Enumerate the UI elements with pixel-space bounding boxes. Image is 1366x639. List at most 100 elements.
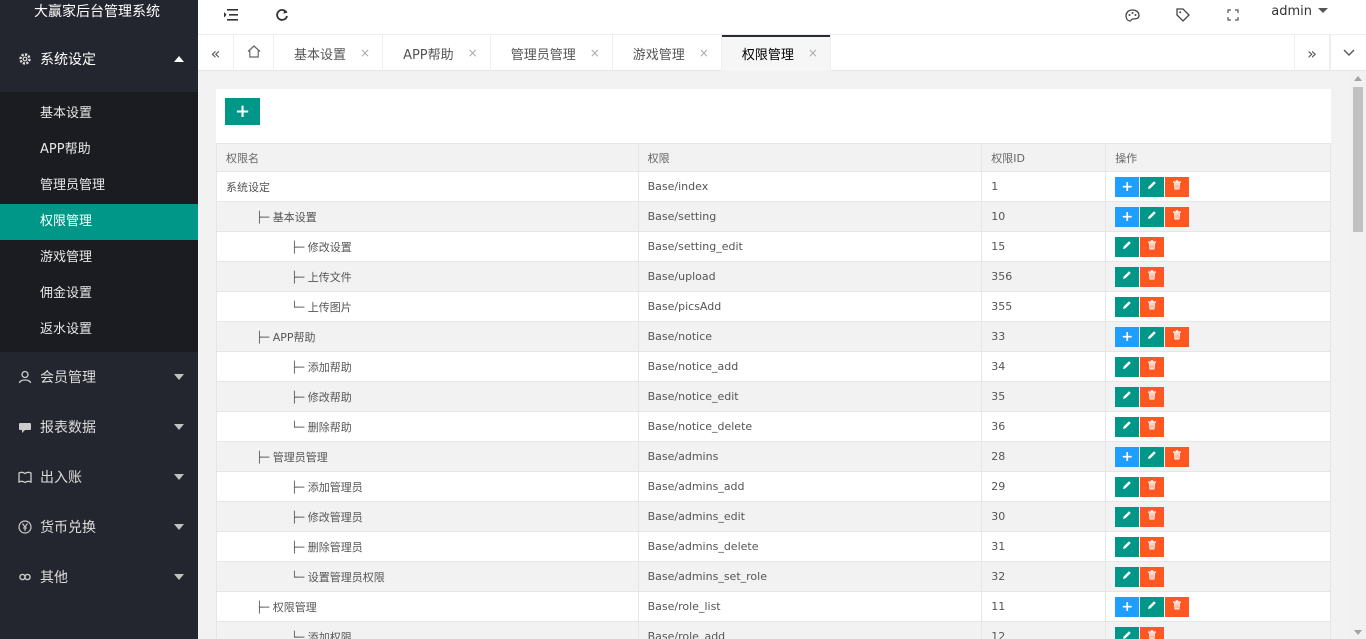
edit-button[interactable]	[1115, 506, 1140, 527]
fullscreen-icon[interactable]	[1227, 0, 1239, 30]
tabs-menu-chevron-icon[interactable]	[1330, 35, 1366, 71]
edit-button[interactable]	[1140, 176, 1165, 197]
edit-button[interactable]	[1140, 206, 1165, 227]
sidebar-group-1[interactable]: 会员管理	[0, 352, 198, 402]
edit-button[interactable]	[1115, 236, 1140, 257]
trash-icon	[1172, 450, 1182, 463]
table-row: ├─ 添加管理员 Base/admins_add 29	[216, 471, 1331, 502]
refresh-icon[interactable]	[275, 0, 289, 30]
delete-button[interactable]	[1140, 386, 1165, 407]
close-icon[interactable]: ×	[699, 46, 709, 60]
sidebar-group-0[interactable]: 系统设定	[0, 26, 198, 92]
delete-button[interactable]	[1140, 536, 1165, 557]
edit-button[interactable]	[1115, 476, 1140, 497]
col-header-name: 权限名	[216, 143, 639, 172]
sidebar-item-2[interactable]: 管理员管理	[0, 168, 198, 204]
theme-palette-icon[interactable]	[1125, 0, 1140, 30]
delete-button[interactable]	[1140, 566, 1165, 587]
delete-button[interactable]	[1165, 326, 1190, 347]
delete-button[interactable]	[1140, 476, 1165, 497]
edit-button[interactable]	[1115, 296, 1140, 317]
delete-button[interactable]	[1165, 176, 1190, 197]
tabs-scroll-left-icon[interactable]: «	[198, 35, 234, 71]
tab-2[interactable]: 管理员管理 ×	[491, 35, 613, 71]
close-icon[interactable]: ×	[360, 46, 370, 60]
close-icon[interactable]: ×	[808, 46, 818, 60]
scrollbar-thumb[interactable]	[1353, 87, 1363, 232]
cell-id: 31	[981, 531, 1107, 562]
menu-toggle-icon[interactable]	[224, 0, 238, 30]
edit-button[interactable]	[1140, 326, 1165, 347]
cell-id: 355	[981, 291, 1107, 322]
edit-button[interactable]	[1115, 416, 1140, 437]
delete-button[interactable]	[1140, 356, 1165, 377]
add-child-button[interactable]: +	[1115, 206, 1140, 227]
permission-name: ├─ 删除管理员	[291, 540, 363, 554]
action-buttons	[1115, 416, 1321, 437]
sidebar-item-0[interactable]: 基本设置	[0, 96, 198, 132]
pencil-icon	[1122, 300, 1132, 313]
pencil-icon	[1122, 270, 1132, 283]
delete-button[interactable]	[1140, 296, 1165, 317]
scroll-down-icon[interactable]	[1354, 630, 1362, 635]
tab-0[interactable]: 基本设置 ×	[274, 35, 384, 71]
add-child-button[interactable]: +	[1115, 446, 1140, 467]
add-child-button[interactable]: +	[1115, 176, 1140, 197]
sidebar-group-3[interactable]: 出入账	[0, 452, 198, 502]
delete-button[interactable]	[1165, 596, 1190, 617]
cell-actions	[1105, 501, 1331, 532]
delete-button[interactable]	[1165, 446, 1190, 467]
tab-label: APP帮助	[403, 47, 454, 63]
edit-button[interactable]	[1115, 566, 1140, 587]
sidebar-item-3[interactable]: 权限管理	[0, 204, 198, 240]
cell-actions	[1105, 561, 1331, 592]
edit-button[interactable]	[1115, 626, 1140, 639]
delete-button[interactable]	[1140, 506, 1165, 527]
scroll-up-icon[interactable]	[1354, 76, 1362, 81]
cell-actions	[1105, 231, 1331, 262]
add-child-button[interactable]: +	[1115, 596, 1140, 617]
edit-button[interactable]	[1115, 266, 1140, 287]
sidebar-group-2[interactable]: 报表数据	[0, 402, 198, 452]
sidebar-group-5[interactable]: 其他	[0, 552, 198, 602]
plus-icon: +	[1121, 178, 1134, 195]
tab-home[interactable]	[234, 35, 274, 71]
delete-button[interactable]	[1140, 416, 1165, 437]
pencil-icon	[1147, 180, 1157, 193]
edit-button[interactable]	[1140, 446, 1165, 467]
cell-actions: +	[1105, 591, 1331, 622]
sidebar-item-6[interactable]: 返水设置	[0, 312, 198, 348]
tab-1[interactable]: APP帮助 ×	[383, 35, 491, 71]
edit-button[interactable]	[1115, 386, 1140, 407]
cell-id: 11	[981, 591, 1107, 622]
sidebar-item-4[interactable]: 游戏管理	[0, 240, 198, 276]
pencil-icon	[1122, 510, 1132, 523]
scrollbar[interactable]	[1350, 72, 1366, 639]
add-child-button[interactable]: +	[1115, 326, 1140, 347]
permission-name: ├─ 添加管理员	[291, 480, 363, 494]
add-permission-button[interactable]: +	[225, 98, 260, 125]
table-row: └─ 删除帮助 Base/notice_delete 36	[216, 411, 1331, 442]
edit-button[interactable]	[1140, 596, 1165, 617]
close-icon[interactable]: ×	[590, 46, 600, 60]
edit-button[interactable]	[1115, 536, 1140, 557]
cell-permission: Base/notice	[637, 321, 983, 352]
sidebar-item-1[interactable]: APP帮助	[0, 132, 198, 168]
plus-icon: +	[1121, 598, 1134, 615]
close-icon[interactable]: ×	[468, 46, 478, 60]
edit-button[interactable]	[1115, 356, 1140, 377]
sidebar-item-5[interactable]: 佣金设置	[0, 276, 198, 312]
sidebar-group-4[interactable]: 货币兑换	[0, 502, 198, 552]
tab-4[interactable]: 权限管理 ×	[721, 35, 831, 71]
cell-name: ├─ 修改管理员	[216, 501, 639, 532]
user-menu[interactable]: admin	[1271, 4, 1328, 19]
tab-3[interactable]: 游戏管理 ×	[613, 35, 722, 71]
delete-button[interactable]	[1140, 236, 1165, 257]
delete-button[interactable]	[1140, 626, 1165, 639]
tag-icon[interactable]	[1176, 0, 1190, 30]
action-buttons: +	[1115, 176, 1321, 197]
tabs-scroll-right-icon[interactable]: »	[1294, 35, 1330, 71]
delete-button[interactable]	[1165, 206, 1190, 227]
plus-icon: +	[234, 101, 251, 122]
delete-button[interactable]	[1140, 266, 1165, 287]
